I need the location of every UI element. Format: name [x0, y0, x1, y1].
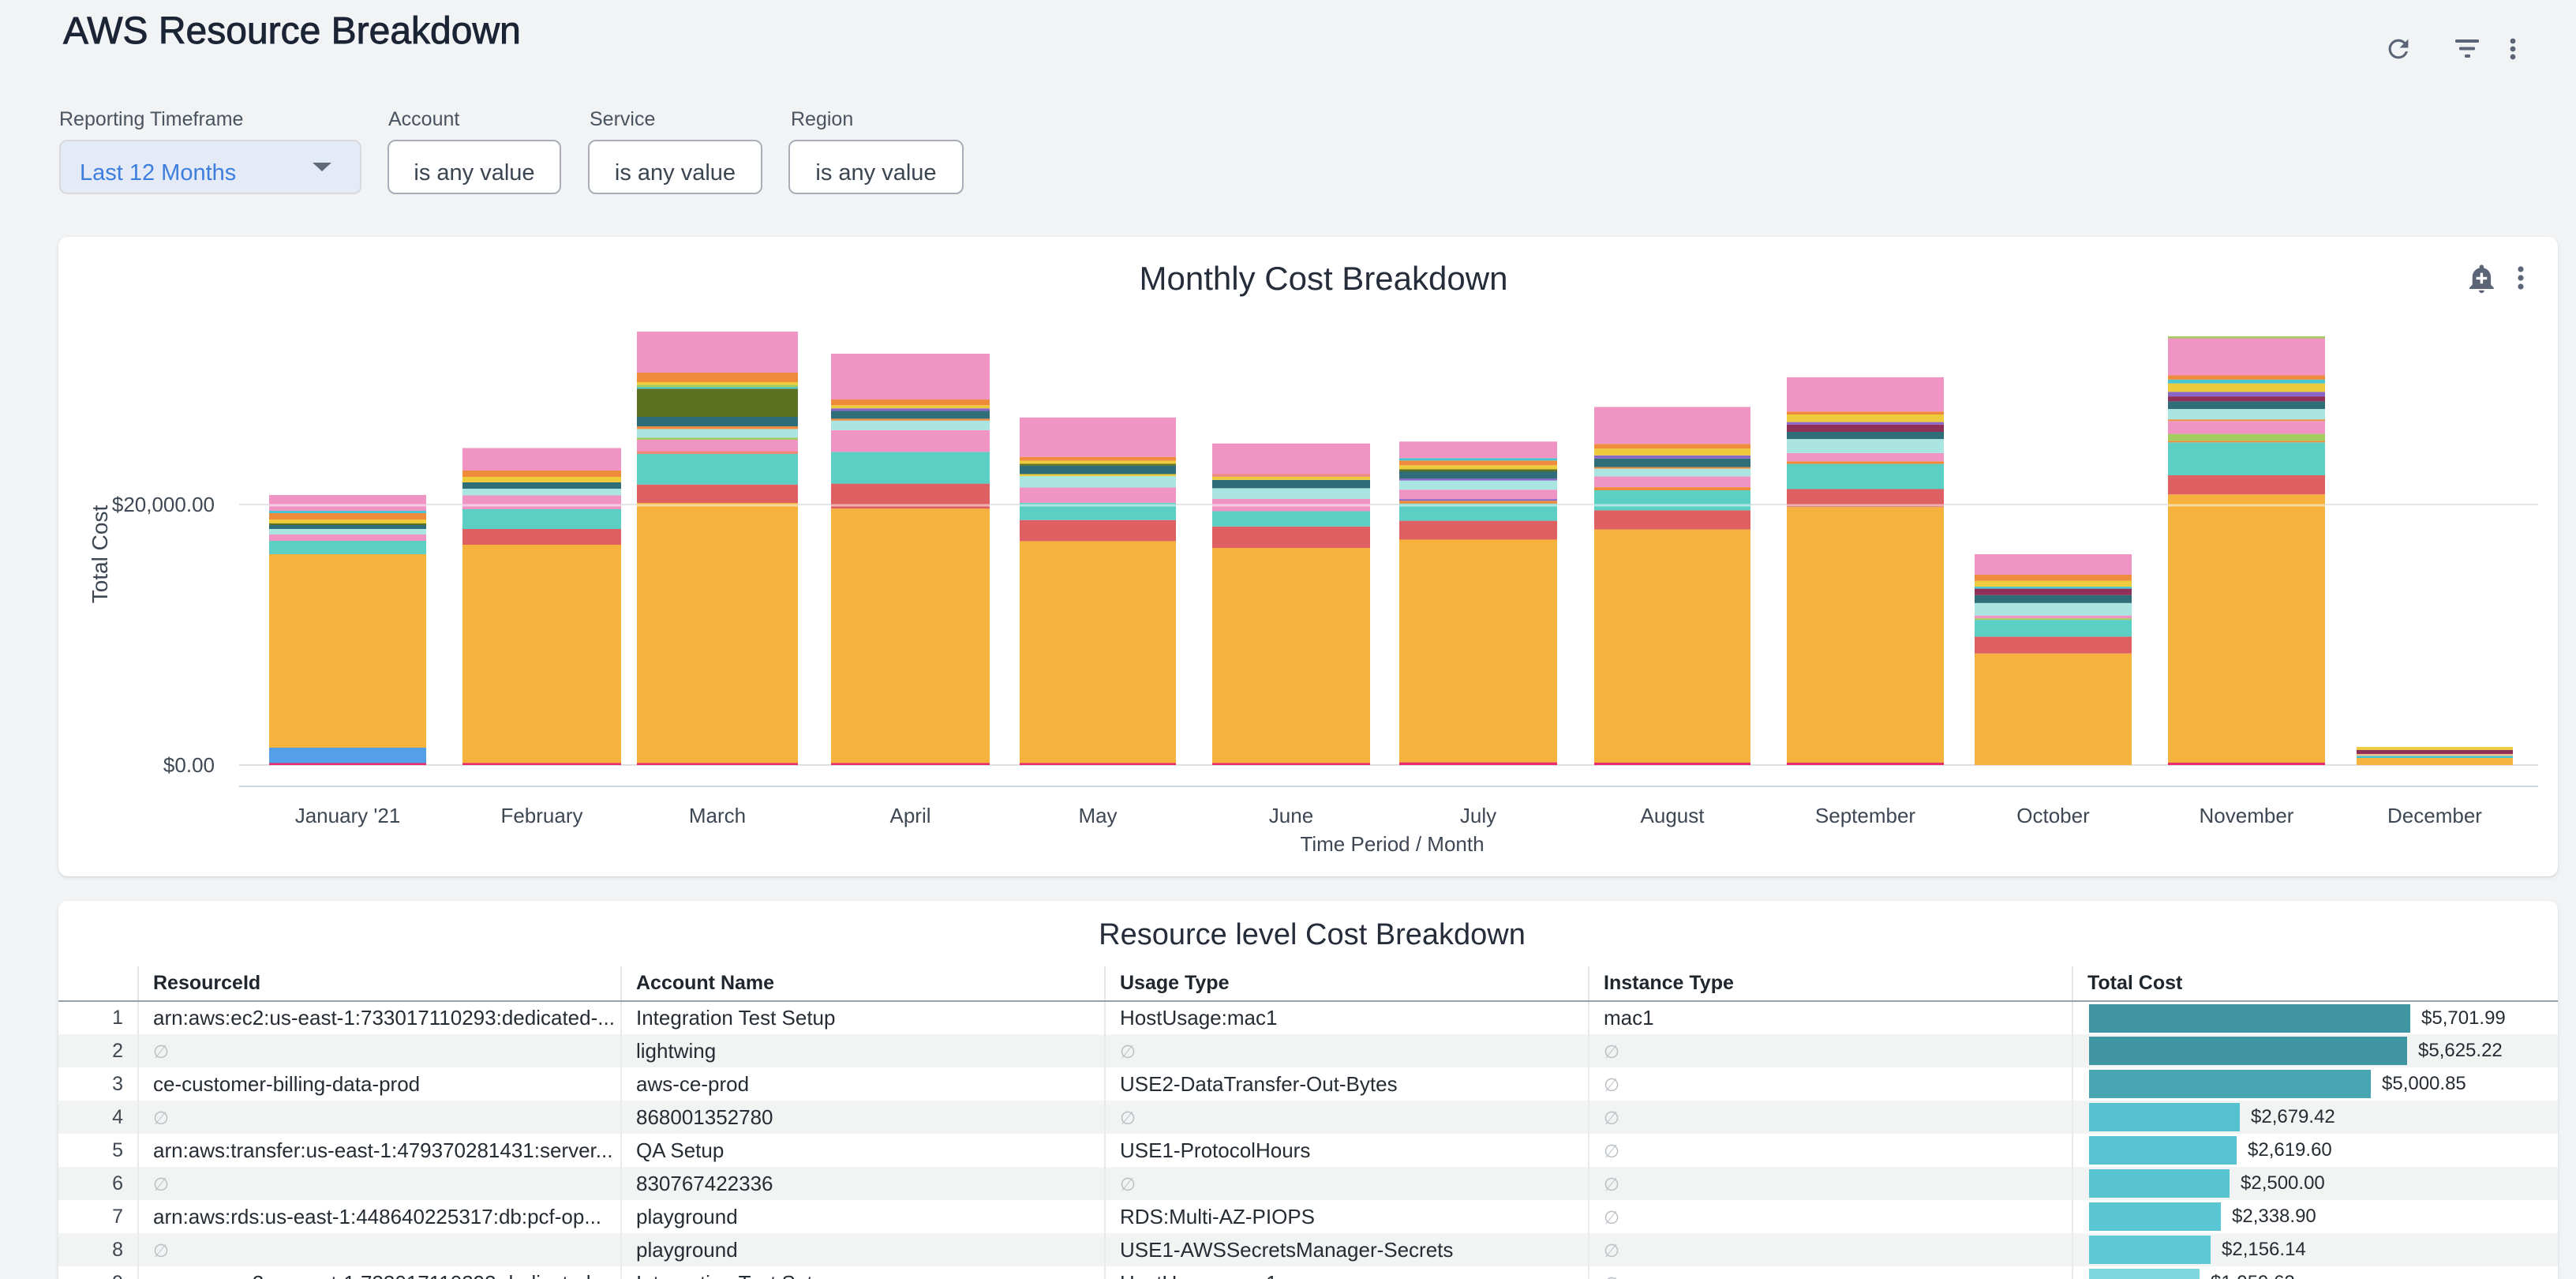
- svg-text:$20,000.00: $20,000.00: [112, 493, 215, 516]
- svg-text:August: August: [1641, 804, 1705, 827]
- svg-text:September: September: [1815, 804, 1916, 827]
- svg-text:July: July: [1460, 804, 1496, 827]
- svg-text:November: November: [2200, 804, 2294, 827]
- svg-text:April: April: [889, 804, 930, 827]
- svg-text:February: February: [500, 804, 582, 827]
- svg-text:Total Cost: Total Cost: [88, 505, 112, 604]
- svg-text:January '21: January '21: [295, 804, 401, 827]
- svg-text:October: October: [2016, 804, 2090, 827]
- svg-text:Monthly Cost Breakdown: Monthly Cost Breakdown: [1140, 260, 1508, 297]
- svg-text:$0.00: $0.00: [163, 753, 215, 777]
- svg-text:June: June: [1269, 804, 1313, 827]
- svg-text:Time Period / Month: Time Period / Month: [1300, 832, 1484, 856]
- svg-text:May: May: [1078, 804, 1117, 827]
- svg-text:December: December: [2387, 804, 2482, 827]
- svg-text:March: March: [689, 804, 746, 827]
